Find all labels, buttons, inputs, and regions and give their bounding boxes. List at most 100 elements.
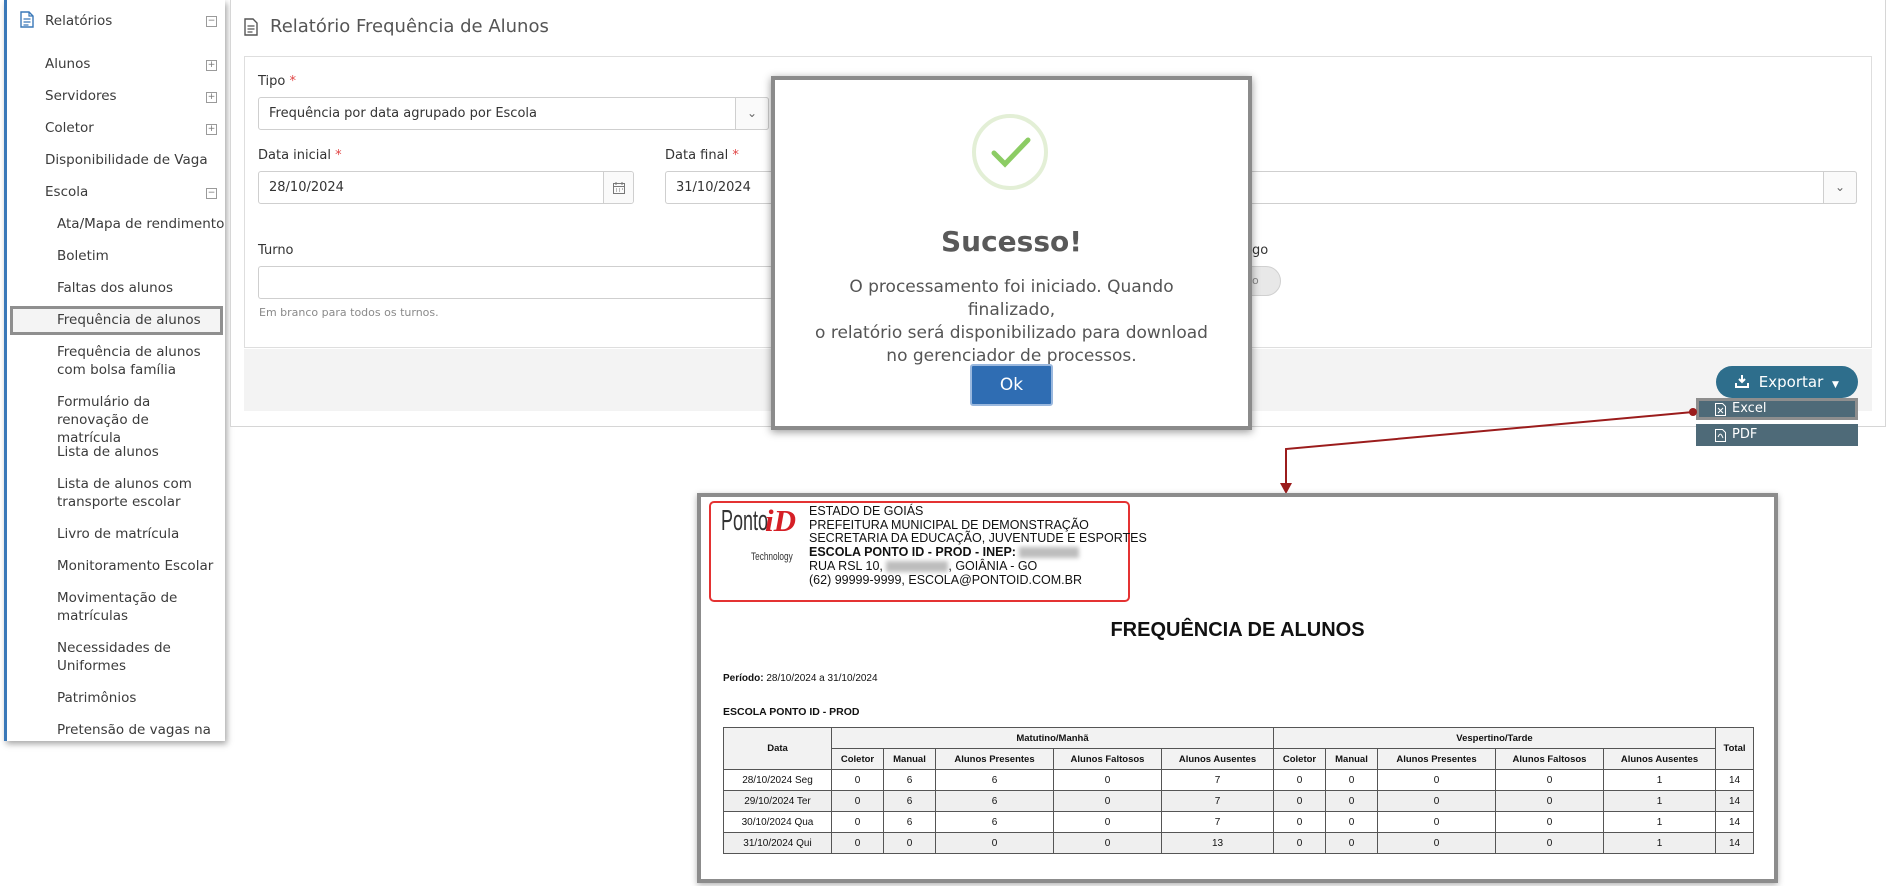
download-icon	[1735, 375, 1750, 388]
col-header: Alunos Presentes	[935, 748, 1054, 770]
sidebar-item-alunos[interactable]: Alunos	[45, 55, 90, 73]
turno-label: Turno	[258, 243, 294, 258]
col-header-data: Data	[723, 727, 832, 770]
ok-button[interactable]: Ok	[970, 364, 1053, 406]
redacted-block	[1019, 547, 1080, 559]
calendar-icon[interactable]	[603, 172, 633, 203]
sidebar-subitem-patrimonios[interactable]: Patrimônios	[57, 689, 136, 707]
sidebar-subitem-boletim[interactable]: Boletim	[57, 247, 109, 265]
sidebar-item-servidores[interactable]: Servidores	[45, 87, 117, 105]
table-row: 31/10/2024 Qui 0 0 0 0 13 00001 14	[723, 832, 1754, 854]
table-cell: 0	[1377, 832, 1496, 854]
table-cell: 14	[1715, 790, 1754, 812]
table-cell: 14	[1715, 811, 1754, 833]
table-cell: 28/10/2024 Seg	[723, 769, 832, 791]
header-school: ESCOLA PONTO ID - PROD - INEP:	[809, 545, 1080, 559]
export-menu-item-excel[interactable]: Excel	[1696, 398, 1858, 420]
document-icon	[244, 18, 258, 40]
sidebar-subitem-frequencia-alunos[interactable]: Frequência de alunos	[57, 311, 201, 329]
data-final-field[interactable]: 31/10/2024	[665, 171, 775, 204]
table-cell: 0	[1053, 769, 1162, 791]
table-cell: 1	[1603, 790, 1716, 812]
sidebar-item-escola[interactable]: Escola	[45, 183, 88, 201]
data-inicial-field[interactable]: 28/10/2024	[258, 171, 634, 204]
table-cell: 0	[831, 832, 884, 854]
pontoid-logo: Ponto iD Technology	[721, 503, 796, 563]
table-cell: 1	[1603, 811, 1716, 833]
export-menu-item-pdf[interactable]: PDF	[1696, 424, 1858, 446]
report-title: FREQUÊNCIA DE ALUNOS	[1110, 619, 1365, 641]
table-cell: 13	[1161, 832, 1274, 854]
header-state: ESTADO DE GOIÁS	[809, 504, 924, 518]
table-cell: 14	[1715, 769, 1754, 791]
table-cell: 7	[1161, 769, 1274, 791]
table-cell: 0	[883, 832, 936, 854]
frequency-table: Data Matutino/Manhã Vespertino/Tarde Tot…	[723, 727, 1754, 854]
table-cell: 7	[1161, 811, 1274, 833]
sidebar-subitem-pretensao[interactable]: Pretensão de vagas na	[57, 721, 211, 739]
filter-select-right[interactable]: ⌄	[1248, 171, 1857, 204]
table-cell: 0	[1273, 790, 1326, 812]
expand-icon[interactable]: +	[206, 92, 217, 103]
report-period: Período: 28/10/2024 a 31/10/2024	[723, 673, 878, 684]
success-modal: Sucesso! O processamento foi iniciado. Q…	[771, 76, 1252, 430]
table-row: 29/10/2024 Ter 06607 00001 14	[723, 790, 1754, 812]
collapse-icon[interactable]: −	[206, 16, 217, 27]
sidebar-subitem-livro-matricula[interactable]: Livro de matrícula	[57, 525, 179, 543]
sidebar-section-relatorios[interactable]: Relatórios	[45, 12, 112, 30]
col-header: Alunos Presentes	[1377, 748, 1496, 770]
sidebar-subitem-transporte[interactable]: Lista de alunos com transporte escolar	[57, 475, 207, 511]
col-header: Alunos Faltosos	[1053, 748, 1162, 770]
group-header-morning: Matutino/Manhã	[831, 727, 1274, 749]
data-final-value: 31/10/2024	[676, 180, 751, 195]
table-cell: 7	[1161, 790, 1274, 812]
sidebar-subitem-frequencia-bolsa[interactable]: Frequência de alunos com bolsa família	[57, 343, 207, 379]
report-header-highlight: Ponto iD Technology ESTADO DE GOIÁS PREF…	[709, 501, 1147, 602]
table-cell: 6	[883, 811, 936, 833]
tipo-select-value: Frequência por data agrupado por Escola	[269, 106, 537, 121]
table-cell: 0	[1377, 811, 1496, 833]
table-cell: 0	[1325, 832, 1378, 854]
table-cell: 14	[1715, 832, 1754, 854]
table-cell: 0	[831, 790, 884, 812]
report-school: ESCOLA PONTO ID - PROD	[723, 706, 860, 718]
table-cell: 0	[1325, 769, 1378, 791]
data-inicial-label: Data inicial *	[258, 148, 342, 163]
export-button[interactable]: Exportar ▼	[1716, 366, 1858, 398]
table-cell: 0	[1495, 811, 1604, 833]
export-pdf-label: PDF	[1732, 427, 1758, 442]
sidebar-subitem-uniformes[interactable]: Necessidades de Uniformes	[57, 639, 177, 675]
excel-file-icon	[1715, 403, 1726, 421]
table-cell: 0	[1495, 790, 1604, 812]
tipo-label: Tipo *	[258, 74, 296, 89]
sidebar-subitem-lista-alunos[interactable]: Lista de alunos	[57, 443, 159, 461]
report-preview: Ponto iD Technology ESTADO DE GOIÁS PREF…	[697, 493, 1778, 883]
sidebar-subitem-movimentacao[interactable]: Movimentação de matrículas	[57, 589, 207, 625]
table-row: 30/10/2024 Qua 06607 00001 14	[723, 811, 1754, 833]
turno-field[interactable]	[258, 266, 773, 299]
sidebar-subitem-renovacao[interactable]: Formulário da renovação de matrícula	[57, 393, 217, 447]
expand-icon[interactable]: +	[206, 60, 217, 71]
sidebar-subitem-ata[interactable]: Ata/Mapa de rendimento	[57, 215, 224, 233]
expand-icon[interactable]: +	[206, 124, 217, 135]
chevron-down-icon[interactable]: ⌄	[735, 97, 769, 130]
table-cell: 0	[831, 811, 884, 833]
header-prefeitura: PREFEITURA MUNICIPAL DE DEMONSTRAÇÃO	[809, 518, 1089, 532]
sidebar-item-coletor[interactable]: Coletor	[45, 119, 94, 137]
chevron-down-icon[interactable]: ⌄	[1823, 171, 1857, 204]
table-cell: 6	[883, 769, 936, 791]
sidebar-subitem-monitoramento[interactable]: Monitoramento Escolar	[57, 557, 213, 575]
table-row: 28/10/2024 Seg 06607 00001 14	[723, 769, 1754, 791]
modal-title: Sucesso!	[940, 225, 1083, 258]
collapse-icon[interactable]: −	[206, 188, 217, 199]
table-cell: 30/10/2024 Qua	[723, 811, 832, 833]
col-header: Coletor	[1273, 748, 1326, 770]
turno-help-text: Em branco para todos os turnos.	[259, 306, 439, 319]
sidebar-item-disponibilidade-vaga[interactable]: Disponibilidade de Vaga	[45, 151, 208, 169]
table-cell: 0	[1495, 769, 1604, 791]
table-cell: 0	[831, 769, 884, 791]
tipo-select[interactable]: Frequência por data agrupado por Escola …	[258, 97, 769, 130]
sidebar-subitem-faltas[interactable]: Faltas dos alunos	[57, 279, 173, 297]
data-final-label: Data final *	[665, 148, 739, 163]
success-check-icon	[972, 114, 1048, 190]
